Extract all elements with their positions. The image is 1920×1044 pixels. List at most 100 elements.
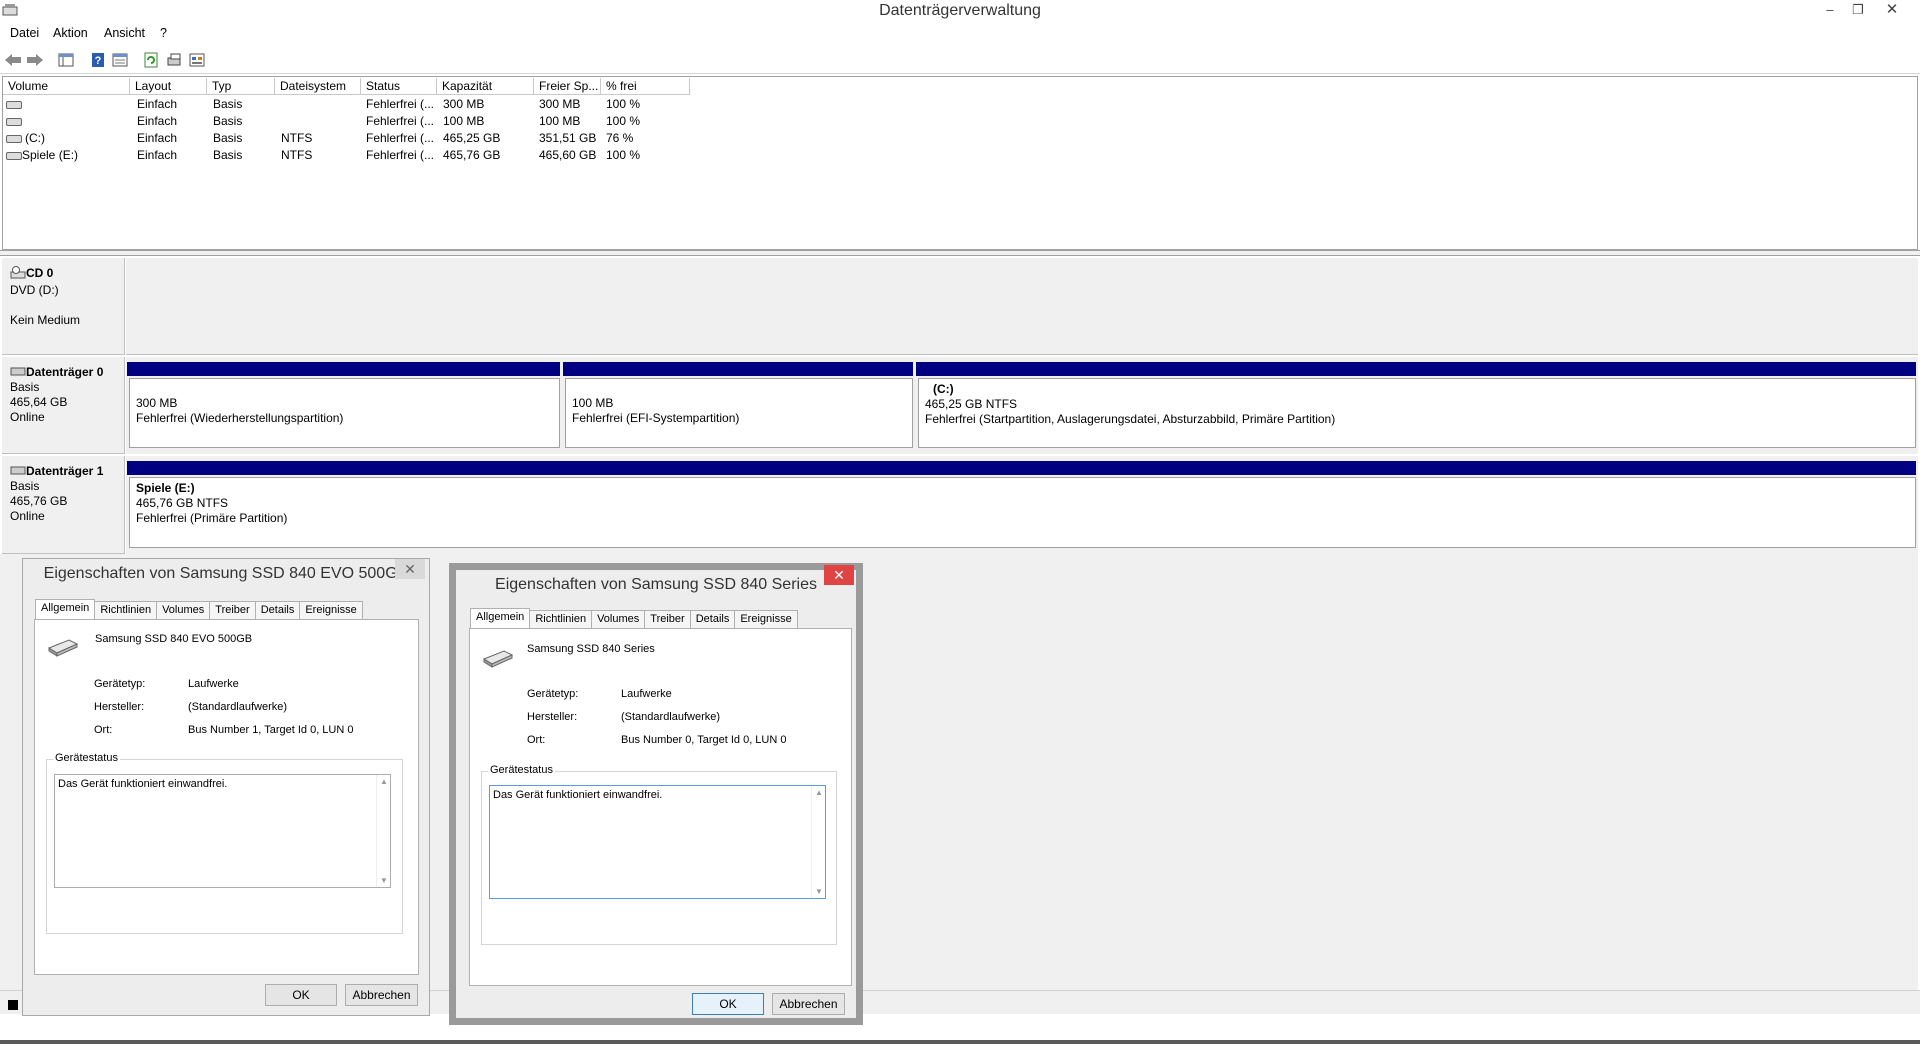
dialog-close-button[interactable]: ✕ (824, 565, 854, 585)
cell-status[interactable]: Fehlerfrei (... (366, 130, 434, 147)
menu-ansicht[interactable]: Ansicht (104, 26, 145, 40)
menu-aktion[interactable]: Aktion (53, 26, 88, 40)
settings-icon[interactable] (187, 50, 207, 70)
properties-dialog-840-series[interactable]: Eigenschaften von Samsung SSD 840 Series… (449, 563, 863, 1025)
cell-prozent[interactable]: 100 % (606, 147, 640, 164)
cell-status[interactable]: Fehlerfrei (... (366, 113, 434, 130)
tab-richtlinien[interactable]: Richtlinien (529, 610, 593, 628)
field-label-ort: Ort: (527, 734, 546, 746)
column-header-layout[interactable]: Layout (130, 78, 207, 95)
column-header-status[interactable]: Status (361, 78, 437, 95)
pane-splitter[interactable] (0, 250, 1920, 256)
cell-status[interactable]: Fehlerfrei (... (366, 96, 434, 113)
tab-ereignisse[interactable]: Ereignisse (299, 601, 363, 619)
back-arrow-icon[interactable] (3, 50, 23, 70)
device-status-group: Gerätestatus Das Gerät funktioniert einw… (46, 752, 403, 934)
tab-volumes[interactable]: Volumes (591, 610, 646, 628)
field-value-hersteller: (Standardlaufwerke) (621, 711, 721, 723)
cell-layout[interactable]: Einfach (137, 96, 177, 113)
column-header-freier-speicher[interactable]: Freier Sp... (534, 78, 601, 95)
partition-e[interactable]: Spiele (E:) 465,76 GB NTFS Fehlerfrei (P… (129, 477, 1916, 548)
cell-frei[interactable]: 100 MB (539, 113, 580, 130)
properties-dialog-evo[interactable]: Eigenschaften von Samsung SSD 840 EVO 50… (22, 558, 430, 1016)
device-status-textbox[interactable]: Das Gerät funktioniert einwandfrei. ▲ ▼ (54, 774, 391, 888)
hard-disk-icon (10, 464, 26, 479)
cancel-button[interactable]: Abbrechen (345, 984, 418, 1006)
cell-kapazitaet[interactable]: 465,25 GB (443, 130, 500, 147)
cell-frei[interactable]: 351,51 GB (539, 130, 596, 147)
disk-properties-icon[interactable] (164, 50, 184, 70)
partition-recovery[interactable]: 300 MB Fehlerfrei (Wiederherstellungspar… (129, 378, 560, 448)
cell-volume[interactable]: Spiele (E:) (22, 147, 78, 164)
dialog-title: Eigenschaften von Samsung SSD 840 Series (495, 576, 817, 593)
column-header-dateisystem[interactable]: Dateisystem (275, 78, 361, 95)
cell-prozent[interactable]: 100 % (606, 96, 640, 113)
ok-button[interactable]: OK (692, 993, 764, 1015)
disk-name: CD 0 (26, 266, 54, 280)
cell-volume[interactable]: (C:) (25, 130, 45, 147)
cell-typ[interactable]: Basis (213, 113, 242, 130)
tab-details[interactable]: Details (689, 610, 736, 628)
disk-label-disk1[interactable]: Datenträger 1 Basis 465,76 GB Online (2, 456, 125, 554)
column-header-prozent-frei[interactable]: % frei (601, 78, 690, 95)
cell-frei[interactable]: 300 MB (539, 96, 580, 113)
cell-typ[interactable]: Basis (213, 147, 242, 164)
cell-status[interactable]: Fehlerfrei (... (366, 147, 434, 164)
partition-efi[interactable]: 100 MB Fehlerfrei (EFI-Systempartition) (565, 378, 913, 448)
device-status-textbox[interactable]: Das Gerät funktioniert einwandfrei. ▲ ▼ (489, 785, 826, 899)
tab-details[interactable]: Details (254, 601, 301, 619)
partition-size: 465,76 GB NTFS (136, 496, 229, 510)
field-value-geraetetyp: Laufwerke (188, 678, 239, 690)
tab-treiber[interactable]: Treiber (644, 610, 691, 628)
tab-richtlinien[interactable]: Richtlinien (94, 601, 158, 619)
cell-prozent[interactable]: 76 % (606, 130, 633, 147)
textbox-scrollbar[interactable]: ▲ ▼ (811, 786, 825, 898)
cell-dateisystem[interactable]: NTFS (281, 130, 312, 147)
cancel-button[interactable]: Abbrechen (772, 993, 845, 1015)
ok-button[interactable]: OK (265, 984, 337, 1006)
cd-drive-icon (10, 266, 26, 283)
group-title: Gerätestatus (53, 752, 120, 764)
forward-arrow-icon[interactable] (25, 50, 45, 70)
tab-volumes[interactable]: Volumes (156, 601, 211, 619)
cell-layout[interactable]: Einfach (137, 113, 177, 130)
partition-title: (C:) (933, 382, 954, 396)
cell-typ[interactable]: Basis (213, 130, 242, 147)
cell-frei[interactable]: 465,60 GB (539, 147, 596, 164)
cell-kapazitaet[interactable]: 100 MB (443, 113, 484, 130)
cell-prozent[interactable]: 100 % (606, 113, 640, 130)
tab-ereignisse[interactable]: Ereignisse (734, 610, 798, 628)
column-header-typ[interactable]: Typ (207, 78, 275, 95)
refresh-icon[interactable] (141, 50, 161, 70)
help-icon[interactable]: ? (88, 50, 108, 70)
disk-label-cd0[interactable]: CD 0 DVD (D:) Kein Medium (2, 258, 125, 355)
partition-c[interactable]: (C:) 465,25 GB NTFS Fehlerfrei (Startpar… (918, 378, 1916, 448)
column-header-kapazitaet[interactable]: Kapazität (437, 78, 534, 95)
menu-help[interactable]: ? (160, 26, 167, 40)
hard-disk-icon (10, 365, 26, 380)
minimize-button[interactable]: – (1816, 0, 1844, 20)
cell-dateisystem[interactable]: NTFS (281, 147, 312, 164)
menu-datei[interactable]: Datei (10, 26, 39, 40)
cell-typ[interactable]: Basis (213, 96, 242, 113)
cell-kapazitaet[interactable]: 300 MB (443, 96, 484, 113)
disk-label-disk0[interactable]: Datenträger 0 Basis 465,64 GB Online (2, 357, 125, 454)
tab-treiber[interactable]: Treiber (209, 601, 256, 619)
cell-kapazitaet[interactable]: 465,76 GB (443, 147, 500, 164)
partition-bar (127, 362, 560, 376)
column-header-volume[interactable]: Volume (3, 78, 130, 95)
partition-status: Fehlerfrei (Wiederherstellungspartition) (136, 411, 344, 425)
close-window-button[interactable]: ✕ (1878, 0, 1906, 20)
partition-bar (563, 362, 913, 376)
console-tree-icon[interactable] (56, 50, 76, 70)
dialog-close-button[interactable]: ✕ (395, 559, 425, 579)
textbox-scrollbar[interactable]: ▲ ▼ (376, 775, 390, 887)
tab-allgemein[interactable]: Allgemein (470, 608, 531, 628)
tab-allgemein[interactable]: Allgemein (35, 599, 96, 619)
cell-layout[interactable]: Einfach (137, 130, 177, 147)
cell-layout[interactable]: Einfach (137, 147, 177, 164)
restore-button[interactable]: ❐ (1844, 0, 1872, 20)
status-text: Das Gerät funktioniert einwandfrei. (58, 778, 228, 790)
cd0-partition-area (126, 258, 1918, 355)
properties-list-icon[interactable] (110, 50, 130, 70)
